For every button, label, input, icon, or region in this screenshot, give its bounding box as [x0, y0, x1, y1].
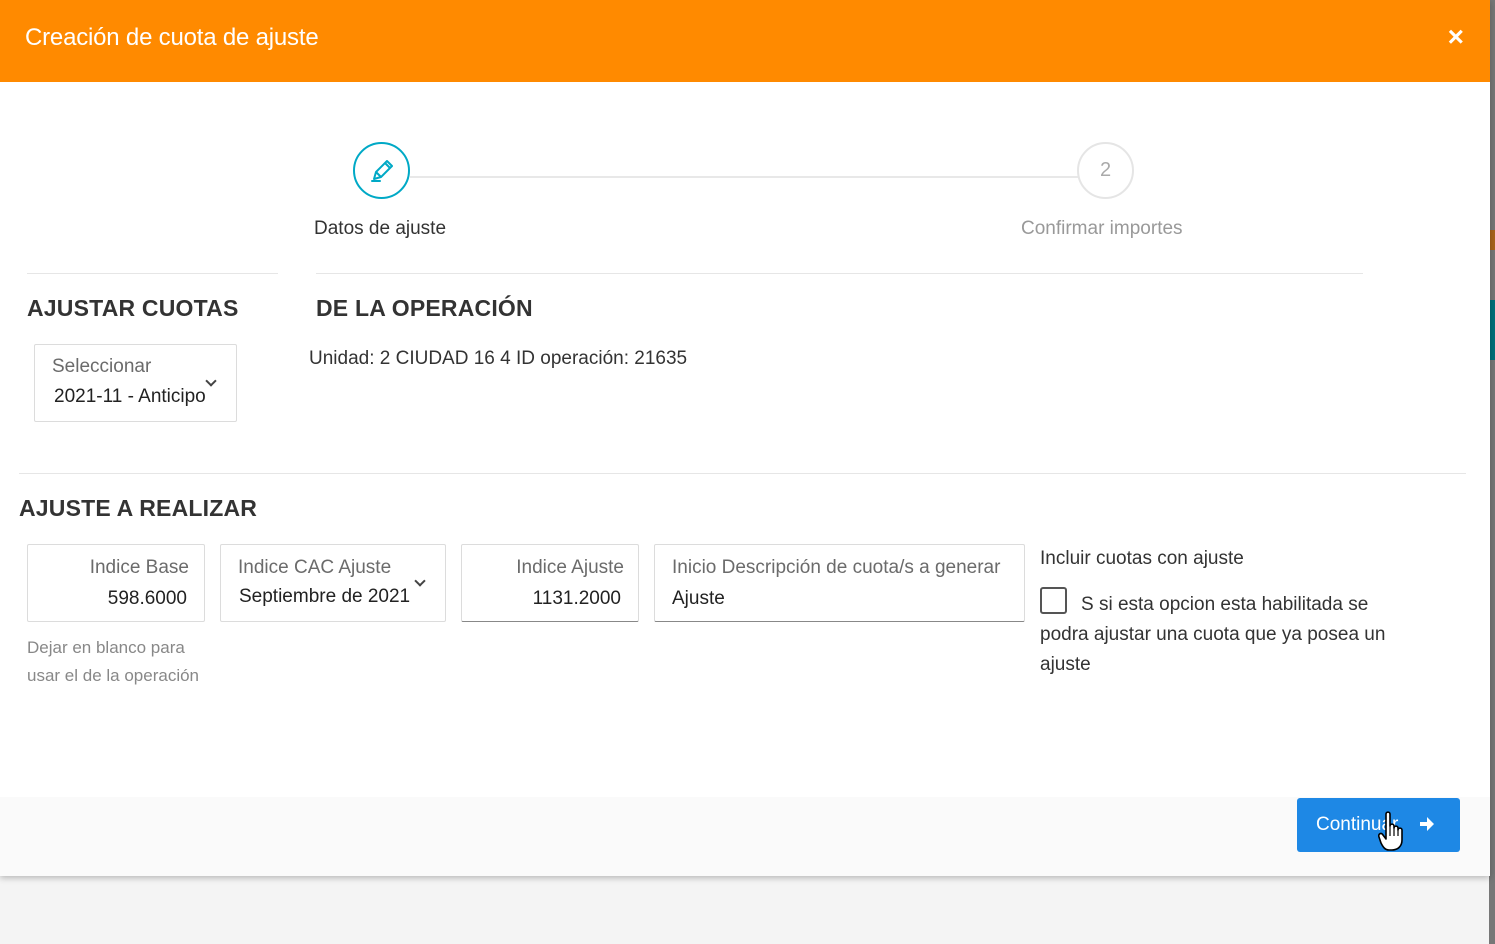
operacion-title: DE LA OPERACIÓN: [316, 295, 533, 321]
ajustar-cuotas-title: AJUSTAR CUOTAS: [27, 295, 239, 321]
indice-base-label: Indice Base: [89, 557, 189, 578]
step-2-circle: 2: [1077, 142, 1134, 199]
incluir-description: S si esta opcion esta habilitada se podr…: [1040, 594, 1386, 675]
divider: [19, 473, 1466, 474]
modal-footer: [0, 797, 1490, 876]
descripcion-value: Ajuste: [672, 588, 725, 609]
stepper-connector: [410, 176, 1078, 178]
step-1-circle: [353, 142, 410, 199]
hand-cursor-icon: [1378, 811, 1403, 851]
indice-cac-label: Indice CAC Ajuste: [238, 557, 392, 578]
indice-ajuste-value: 1131.2000: [532, 588, 621, 609]
step-2-label: Confirmar importes: [1021, 218, 1183, 239]
cuota-select-label: Seleccionar: [52, 356, 152, 377]
indice-base-field[interactable]: Indice Base 598.6000: [27, 544, 205, 622]
modal-title: Creación de cuota de ajuste: [25, 24, 319, 51]
cuota-select[interactable]: Seleccionar 2021-11 - Anticipo: [34, 344, 237, 422]
descripcion-label: Inicio Descripción de cuota/s a generar: [672, 557, 1001, 578]
cuota-select-value: 2021-11 - Anticipo: [54, 386, 206, 407]
chevron-down-icon: [414, 575, 426, 587]
operation-info: Unidad: 2 CIUDAD 16 4 ID operación: 2163…: [309, 348, 688, 369]
divider: [316, 273, 1363, 274]
descripcion-field[interactable]: Inicio Descripción de cuota/s a generar …: [654, 544, 1025, 622]
modal-header: Creación de cuota de ajuste ×: [0, 0, 1490, 82]
indice-ajuste-field[interactable]: Indice Ajuste 1131.2000: [461, 544, 639, 622]
step-1-label: Datos de ajuste: [314, 218, 447, 239]
ajuste-title: AJUSTE A REALIZAR: [19, 495, 258, 521]
arrow-right-icon: [1420, 817, 1434, 831]
adjustment-modal: Creación de cuota de ajuste × 2 Datos de…: [0, 0, 1490, 876]
incluir-label: Incluir cuotas con ajuste: [1040, 548, 1244, 569]
indice-ajuste-label: Indice Ajuste: [516, 557, 624, 578]
divider: [27, 273, 278, 274]
indice-base-value: 598.6000: [107, 588, 187, 609]
indice-cac-select[interactable]: Indice CAC Ajuste Septiembre de 2021: [220, 544, 446, 622]
indice-base-hint: Dejar en blanco para usar el de la opera…: [27, 638, 200, 685]
indice-cac-value: Septiembre de 2021: [239, 586, 411, 607]
chevron-down-icon: [205, 375, 217, 387]
close-icon[interactable]: ×: [1448, 22, 1464, 52]
pencil-icon: [370, 159, 393, 182]
